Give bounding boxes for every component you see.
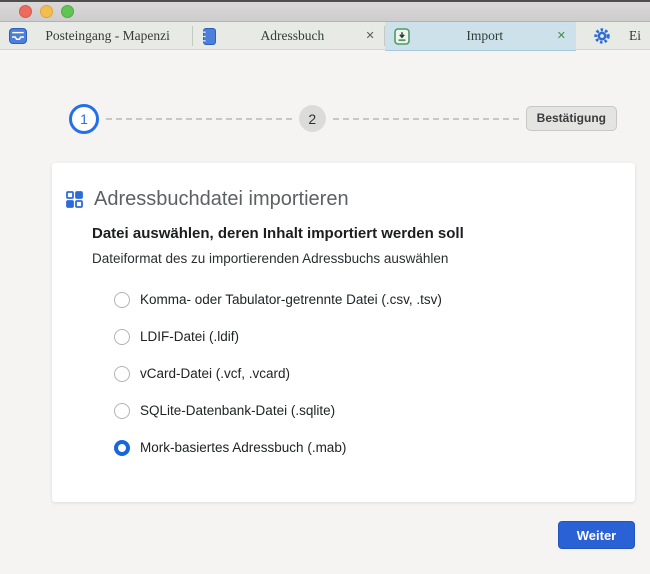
radio-icon[interactable] — [114, 402, 130, 419]
radio-selected-icon[interactable] — [114, 439, 130, 456]
radio-option-ldif[interactable]: LDIF-Datei (.ldif) — [114, 318, 635, 355]
step-1-number: 1 — [80, 110, 88, 127]
close-tab-icon[interactable]: ✕ — [556, 30, 567, 42]
tab-einstellungen[interactable]: Ei — [576, 22, 650, 50]
option-label: LDIF-Datei (.ldif) — [140, 329, 240, 344]
option-label: vCard-Datei (.vcf, .vcard) — [140, 366, 291, 381]
tab-import[interactable]: Import ✕ — [384, 22, 577, 51]
radio-icon[interactable] — [114, 328, 130, 345]
tab-label: Ei — [629, 28, 642, 43]
tab-label: Posteingang - Mapenzi — [45, 28, 170, 43]
tab-adressbuch[interactable]: Adressbuch ✕ — [193, 22, 385, 50]
stepper-connector — [332, 117, 519, 120]
radio-option-sqlite[interactable]: SQLite-Datenbank-Datei (.sqlite) — [114, 392, 635, 429]
page-title: Adressbuchdatei importieren — [94, 188, 349, 210]
app-window: Posteingang - Mapenzi Adressbuch ✕ Impor… — [0, 0, 650, 574]
file-format-options: Komma- oder Tabulator-getrennte Datei (.… — [114, 281, 635, 466]
tab-posteingang[interactable]: Posteingang - Mapenzi — [0, 22, 194, 50]
gear-icon — [593, 27, 611, 45]
titlebar — [0, 0, 650, 22]
radio-icon[interactable] — [114, 291, 130, 308]
card-header: Adressbuchdatei importieren — [52, 163, 635, 211]
inbox-icon — [9, 28, 27, 44]
weiter-button[interactable]: Weiter — [558, 521, 635, 549]
stepper-connector — [106, 117, 292, 120]
radio-icon[interactable] — [114, 365, 130, 382]
radio-option-csv[interactable]: Komma- oder Tabulator-getrennte Datei (.… — [114, 281, 635, 318]
option-label: SQLite-Datenbank-Datei (.sqlite) — [140, 403, 336, 418]
step-2-number: 2 — [308, 110, 317, 127]
tab-label: Import — [466, 28, 504, 43]
tab-label: Adressbuch — [260, 28, 325, 43]
radio-option-vcard[interactable]: vCard-Datei (.vcf, .vcard) — [114, 355, 635, 392]
step-2-indicator[interactable]: 2 — [298, 105, 326, 132]
import-icon — [393, 27, 410, 45]
address-book-grid-icon — [66, 191, 83, 208]
step-description: Dateiformat des zu importierenden Adress… — [92, 251, 449, 266]
confirmation-step-label: Bestätigung — [525, 106, 617, 131]
import-stepper: 1 2 Bestätigung — [69, 103, 617, 134]
close-window-button[interactable] — [19, 5, 32, 18]
close-tab-icon[interactable]: ✕ — [364, 30, 375, 42]
address-book-icon — [202, 27, 217, 45]
import-card: Adressbuchdatei importieren Datei auswäh… — [52, 163, 635, 502]
option-label: Komma- oder Tabulator-getrennte Datei (.… — [140, 292, 442, 307]
radio-option-mab[interactable]: Mork-basiertes Adressbuch (.mab) — [114, 429, 635, 466]
zoom-window-button[interactable] — [61, 5, 74, 18]
step-1-indicator[interactable]: 1 — [69, 103, 99, 134]
option-label: Mork-basiertes Adressbuch (.mab) — [140, 440, 347, 455]
minimize-window-button[interactable] — [40, 5, 53, 18]
step-subtitle: Datei auswählen, deren Inhalt importiert… — [92, 225, 464, 242]
tab-bar: Posteingang - Mapenzi Adressbuch ✕ Impor… — [0, 22, 650, 51]
